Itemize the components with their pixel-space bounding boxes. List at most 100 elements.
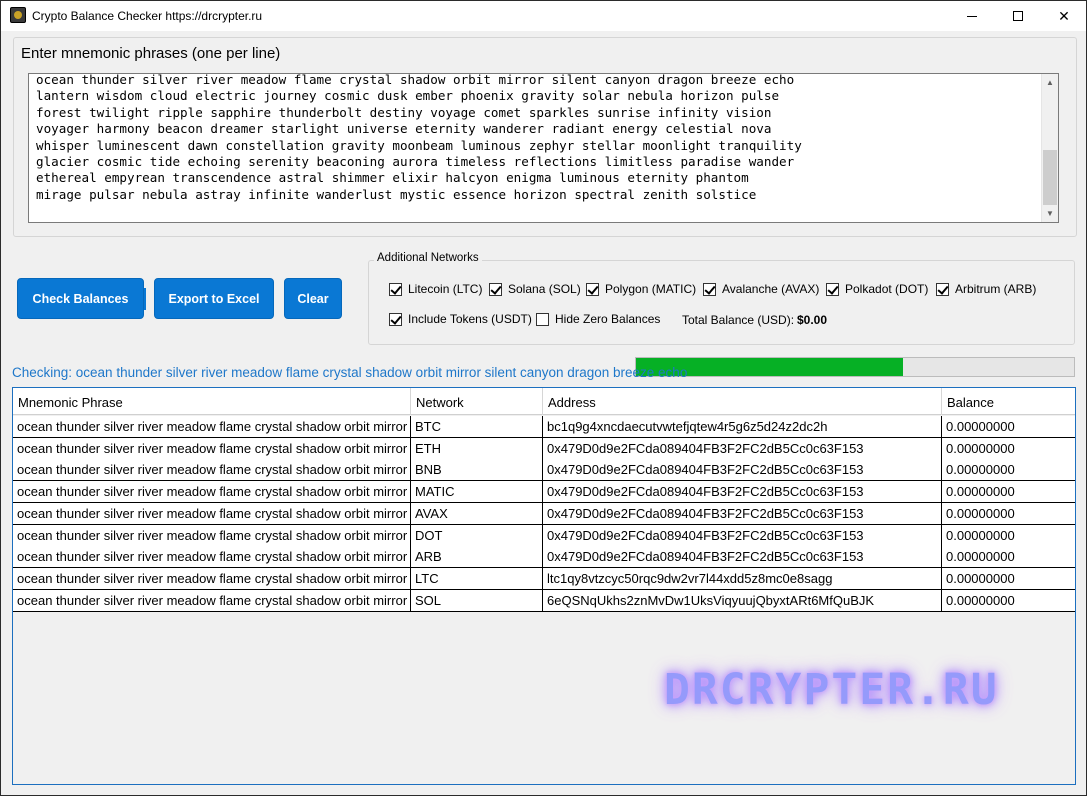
- checkbox-solana[interactable]: Solana (SOL): [489, 282, 581, 296]
- window-title: Crypto Balance Checker https://drcrypter…: [32, 9, 263, 23]
- checkbox-litecoin-label: Litecoin (LTC): [408, 282, 483, 296]
- checkbox-polygon[interactable]: Polygon (MATIC): [586, 282, 696, 296]
- table-row[interactable]: ocean thunder silver river meadow flame …: [13, 459, 1075, 482]
- cell-balance[interactable]: 0.00000000: [942, 503, 1075, 524]
- cell-balance[interactable]: 0.00000000: [942, 459, 1075, 480]
- scroll-down-icon[interactable]: ▼: [1042, 205, 1058, 222]
- mnemonic-line: ethereal empyrean transcendence astral s…: [36, 170, 749, 186]
- cell-mnemonic-phrase[interactable]: ocean thunder silver river meadow flame …: [13, 481, 411, 503]
- table-row[interactable]: ocean thunder silver river meadow flame …: [13, 546, 1075, 569]
- cell-mnemonic-phrase[interactable]: ocean thunder silver river meadow flame …: [13, 459, 411, 481]
- cell-network[interactable]: ETH: [411, 437, 543, 459]
- cell-balance[interactable]: 0.00000000: [942, 438, 1075, 459]
- mnemonic-textarea[interactable]: ocean thunder silver river meadow flame …: [28, 73, 1059, 223]
- cell-address[interactable]: 0x479D0d9e2FCda089404FB3F2FC2dB5Cc0c63F1…: [543, 459, 942, 481]
- close-button[interactable]: ✕: [1041, 1, 1086, 31]
- table-row[interactable]: ocean thunder silver river meadow flame …: [13, 416, 1075, 438]
- cell-address[interactable]: bc1q9g4xncdaecutvwtefjqtew4r5g6z5d24z2dc…: [543, 416, 942, 437]
- progress-bar: [635, 357, 1075, 377]
- textarea-scrollbar[interactable]: ▲ ▼: [1041, 74, 1058, 222]
- checkbox-hide-zero[interactable]: Hide Zero Balances: [536, 312, 660, 326]
- cell-network[interactable]: BNB: [411, 459, 543, 481]
- checkbox-polkadot-box[interactable]: [826, 282, 839, 296]
- title-bar[interactable]: Crypto Balance Checker https://drcrypter…: [1, 1, 1086, 31]
- cell-balance[interactable]: 0.00000000: [942, 416, 1075, 437]
- checkbox-polygon-box[interactable]: [586, 282, 599, 296]
- cell-mnemonic-phrase[interactable]: ocean thunder silver river meadow flame …: [13, 589, 411, 611]
- cell-balance[interactable]: 0.00000000: [942, 525, 1075, 546]
- cell-address[interactable]: 0x479D0d9e2FCda089404FB3F2FC2dB5Cc0c63F1…: [543, 437, 942, 459]
- cell-network[interactable]: MATIC: [411, 481, 543, 503]
- cell-address[interactable]: 0x479D0d9e2FCda089404FB3F2FC2dB5Cc0c63F1…: [543, 481, 942, 503]
- checkbox-hide-zero-box[interactable]: [536, 312, 549, 326]
- cell-network[interactable]: BTC: [411, 416, 543, 437]
- checkbox-arbitrum-label: Arbitrum (ARB): [955, 282, 1037, 296]
- mnemonic-line: glacier cosmic tide echoing serenity bea…: [36, 154, 795, 170]
- app-icon: [10, 7, 26, 23]
- clear-button[interactable]: Clear: [284, 278, 342, 319]
- cell-address[interactable]: 0x479D0d9e2FCda089404FB3F2FC2dB5Cc0c63F1…: [543, 502, 942, 524]
- table-row[interactable]: ocean thunder silver river meadow flame …: [13, 524, 1075, 547]
- check-balances-button[interactable]: Check Balances: [17, 278, 144, 319]
- header-address[interactable]: Address: [543, 388, 942, 415]
- checkbox-solana-box[interactable]: [489, 282, 502, 296]
- mnemonic-line: voyager harmony beacon dreamer starlight…: [36, 121, 772, 137]
- table-row[interactable]: ocean thunder silver river meadow flame …: [13, 437, 1075, 460]
- cell-mnemonic-phrase[interactable]: ocean thunder silver river meadow flame …: [13, 502, 411, 524]
- cell-network[interactable]: ARB: [411, 546, 543, 568]
- checkbox-include-tokens[interactable]: Include Tokens (USDT): [389, 312, 532, 326]
- cell-network[interactable]: SOL: [411, 589, 543, 611]
- table-row[interactable]: ocean thunder silver river meadow flame …: [13, 589, 1075, 612]
- minimize-icon: [967, 15, 977, 17]
- minimize-button[interactable]: [949, 1, 995, 31]
- mnemonic-line: forest twilight ripple sapphire thunderb…: [36, 104, 772, 120]
- checkbox-avalanche-box[interactable]: [703, 282, 716, 296]
- cell-network[interactable]: DOT: [411, 524, 543, 546]
- scroll-up-icon[interactable]: ▲: [1042, 74, 1058, 91]
- watermark-logo: DRCRYPTER.RU: [664, 665, 999, 715]
- checkbox-polkadot-label: Polkadot (DOT): [845, 282, 929, 296]
- header-network[interactable]: Network: [411, 388, 543, 415]
- cell-address[interactable]: 6eQSNqUkhs2znMvDw1UksViqyuujQbyxtARt6MfQ…: [543, 589, 942, 611]
- cell-balance[interactable]: 0.00000000: [942, 568, 1075, 589]
- cell-mnemonic-phrase[interactable]: ocean thunder silver river meadow flame …: [13, 416, 411, 437]
- cell-mnemonic-phrase[interactable]: ocean thunder silver river meadow flame …: [13, 567, 411, 589]
- table-row[interactable]: ocean thunder silver river meadow flame …: [13, 567, 1075, 590]
- checkbox-hide-zero-label: Hide Zero Balances: [555, 312, 661, 326]
- maximize-icon: [1013, 11, 1023, 21]
- checkbox-avalanche[interactable]: Avalanche (AVAX): [703, 282, 819, 296]
- export-excel-button[interactable]: Export to Excel: [154, 278, 274, 319]
- header-balance[interactable]: Balance: [942, 388, 1075, 415]
- cell-balance[interactable]: 0.00000000: [942, 481, 1075, 502]
- cell-network[interactable]: LTC: [411, 567, 543, 589]
- mnemonic-line: ocean thunder silver river meadow flame …: [36, 73, 795, 87]
- checkbox-litecoin-box[interactable]: [389, 282, 402, 296]
- cell-address[interactable]: 0x479D0d9e2FCda089404FB3F2FC2dB5Cc0c63F1…: [543, 546, 942, 568]
- checkbox-include-tokens-box[interactable]: [389, 312, 402, 326]
- cell-network[interactable]: AVAX: [411, 502, 543, 524]
- cell-mnemonic-phrase[interactable]: ocean thunder silver river meadow flame …: [13, 546, 411, 568]
- checkbox-litecoin[interactable]: Litecoin (LTC): [389, 282, 482, 296]
- table-row[interactable]: ocean thunder silver river meadow flame …: [13, 502, 1075, 525]
- checkbox-arbitrum[interactable]: Arbitrum (ARB): [936, 282, 1036, 296]
- networks-group: [368, 260, 1075, 345]
- cell-balance[interactable]: 0.00000000: [942, 590, 1075, 611]
- cell-mnemonic-phrase[interactable]: ocean thunder silver river meadow flame …: [13, 524, 411, 546]
- cell-address[interactable]: ltc1qy8vtzcyc50rqc9dw2vr7l44xdd5z8mc0e8s…: [543, 567, 942, 589]
- checkbox-solana-label: Solana (SOL): [508, 282, 581, 296]
- results-grid[interactable]: Mnemonic Phrase Network Address Balance …: [12, 387, 1076, 785]
- cell-mnemonic-phrase[interactable]: ocean thunder silver river meadow flame …: [13, 437, 411, 459]
- app-window: Crypto Balance Checker https://drcrypter…: [0, 0, 1087, 796]
- scroll-thumb[interactable]: [1043, 150, 1057, 205]
- checkbox-avalanche-label: Avalanche (AVAX): [722, 282, 820, 296]
- cell-balance[interactable]: 0.00000000: [942, 546, 1075, 567]
- maximize-button[interactable]: [995, 1, 1041, 31]
- mnemonic-line: lantern wisdom cloud electric journey co…: [36, 88, 780, 104]
- header-mnemonic-phrase[interactable]: Mnemonic Phrase: [13, 388, 411, 415]
- table-row[interactable]: ocean thunder silver river meadow flame …: [13, 481, 1075, 504]
- checkbox-arbitrum-box[interactable]: [936, 282, 949, 296]
- total-balance-label: Total Balance (USD):: [682, 313, 795, 327]
- mnemonic-line: whisper luminescent dawn constellation g…: [36, 137, 802, 153]
- cell-address[interactable]: 0x479D0d9e2FCda089404FB3F2FC2dB5Cc0c63F1…: [543, 524, 942, 546]
- checkbox-polkadot[interactable]: Polkadot (DOT): [826, 282, 928, 296]
